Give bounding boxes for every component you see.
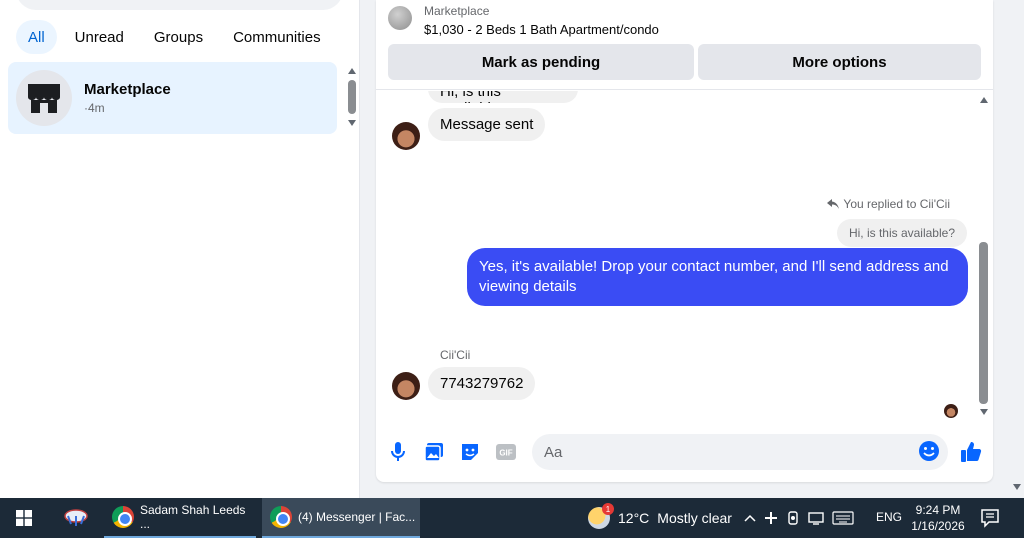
conversation-time: ·4m (84, 101, 105, 115)
listing-title[interactable]: $1,030 - 2 Beds 1 Bath Apartment/condo (424, 22, 659, 37)
system-tray (744, 498, 854, 538)
message-input[interactable] (532, 434, 902, 470)
scrollbar-thumb[interactable] (979, 242, 988, 404)
filter-all[interactable]: All (16, 20, 57, 54)
chrome-icon (270, 506, 292, 528)
windows-start-icon[interactable] (0, 498, 48, 538)
weather-icon: 1 (588, 503, 614, 529)
filter-groups[interactable]: Groups (142, 20, 215, 54)
taskbar-app-chrome-1[interactable]: Sadam Shah Leeds ... (104, 498, 256, 538)
marketplace-listing-header: Marketplace $1,030 - 2 Beds 1 Bath Apart… (376, 0, 993, 90)
plus-icon[interactable] (764, 511, 778, 525)
conversation-name: Marketplace (84, 81, 171, 98)
filter-unread[interactable]: Unread (63, 20, 136, 54)
svg-text:GIF: GIF (499, 449, 512, 458)
photo-icon[interactable] (422, 440, 446, 464)
meet-now-icon[interactable] (786, 511, 800, 525)
page-scroll-down-arrow-icon[interactable] (1013, 484, 1021, 490)
keyboard-icon[interactable] (832, 511, 854, 525)
input-language[interactable]: ENG (876, 510, 902, 524)
listing-thumbnail[interactable] (388, 6, 412, 30)
clock-date: 1/16/2026 (911, 519, 965, 533)
weather-condition: Mostly clear (657, 510, 732, 526)
message-sent-bubble[interactable]: Message sent (428, 108, 546, 141)
listing-source-label: Marketplace (424, 4, 490, 18)
windows-taskbar: Sadam Shah Leeds ... (4) Messenger | Fac… (0, 498, 1024, 538)
conversation-item-marketplace[interactable]: Marketplace ·4m (8, 62, 337, 134)
sender-avatar[interactable] (392, 372, 420, 400)
filter-communities[interactable]: Communities (221, 20, 333, 54)
pinned-app-icon[interactable] (54, 498, 98, 538)
weather-temp: 12°C (618, 510, 650, 526)
notification-center-icon[interactable] (980, 508, 1000, 528)
seen-receipt-avatar (944, 404, 958, 418)
sender-name: Cii'Cii (440, 348, 471, 362)
chat-list-pane: All Unread Groups Communities Marketplac… (0, 0, 360, 498)
taskbar-app-title: Sadam Shah Leeds ... (140, 503, 246, 531)
chat-list-scrollbar[interactable] (344, 64, 360, 132)
outgoing-message-bubble[interactable]: Yes, it's available! Drop your contact n… (467, 248, 968, 306)
quoted-message[interactable]: Hi, is this available? (836, 219, 967, 247)
scroll-up-arrow-icon[interactable] (980, 97, 988, 103)
message-scrollbar[interactable] (976, 94, 992, 420)
incoming-phone-message[interactable]: 7743279762 (428, 367, 536, 400)
taskbar-app-chrome-2[interactable]: (4) Messenger | Fac... (262, 498, 420, 538)
search-input[interactable] (16, 0, 343, 10)
mark-as-pending-button[interactable]: Mark as pending (388, 44, 694, 80)
taskbar-app-title: (4) Messenger | Fac... (298, 510, 416, 524)
scroll-down-arrow-icon[interactable] (980, 409, 988, 415)
weather-widget[interactable]: 1 12°C Mostly clear (588, 498, 732, 538)
weather-badge: 1 (602, 503, 614, 515)
thumbs-up-icon[interactable] (959, 440, 983, 464)
clock-time: 9:24 PM (915, 503, 961, 517)
scroll-down-arrow-icon[interactable] (348, 120, 356, 126)
microphone-icon[interactable] (386, 440, 410, 464)
sender-avatar[interactable] (392, 122, 420, 150)
chrome-icon (112, 506, 134, 528)
message-composer: GIF (376, 432, 993, 472)
scrollbar-thumb[interactable] (348, 80, 356, 114)
reply-context-text: You replied to Cii'Cii (843, 197, 950, 211)
emoji-icon[interactable] (918, 440, 942, 464)
conversation-panel: Marketplace $1,030 - 2 Beds 1 Bath Apart… (376, 0, 993, 482)
system-clock[interactable]: 9:24 PM 1/16/2026 (906, 502, 970, 534)
conversation-text: Marketplace ·4m (84, 81, 171, 115)
sticker-icon[interactable] (458, 440, 482, 464)
message-thread: Hi, is this available? Message sent You … (376, 91, 993, 421)
filter-chips: All Unread Groups Communities (16, 20, 333, 54)
reply-arrow-icon (827, 199, 840, 209)
message-input-wrapper (532, 434, 948, 470)
reply-context-label: You replied to Cii'Cii (827, 197, 950, 211)
show-hidden-icons-icon[interactable] (744, 514, 756, 522)
more-options-button[interactable]: More options (698, 44, 981, 80)
network-icon[interactable] (808, 511, 824, 525)
incoming-message-bubble[interactable]: Hi, is this available? (428, 91, 578, 103)
gif-icon[interactable]: GIF (494, 440, 518, 464)
scroll-up-arrow-icon[interactable] (348, 68, 356, 74)
store-icon (16, 70, 72, 126)
